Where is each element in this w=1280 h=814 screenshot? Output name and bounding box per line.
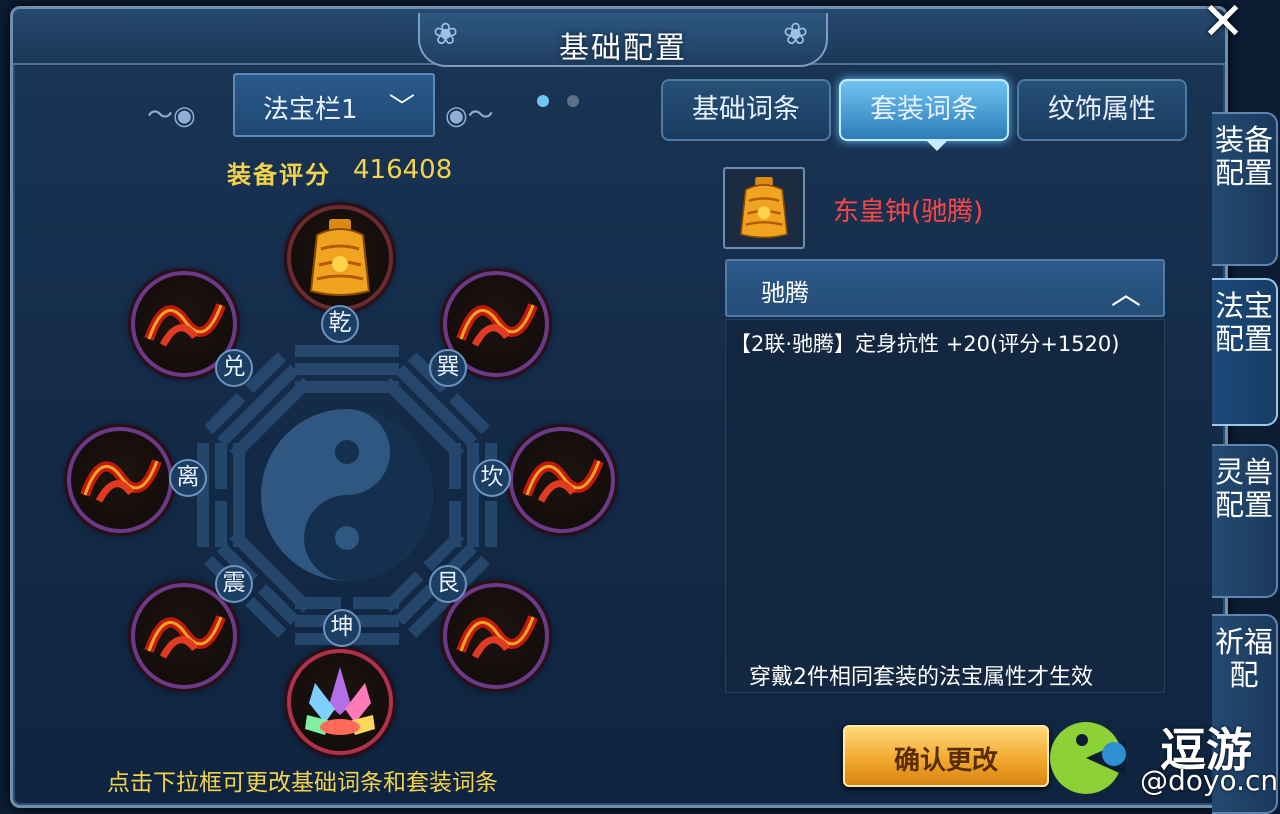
trigram-label: 巽: [429, 349, 467, 387]
set-header-label: 驰腾: [761, 279, 809, 307]
selected-item-name: 东皇钟(驰腾): [833, 197, 984, 227]
loadout-dropdown[interactable]: 法宝栏1 ﹀: [233, 73, 435, 137]
trigram-label: 坎: [473, 459, 511, 497]
score-label: 装备评分: [227, 161, 331, 189]
chevron-up-icon: ︿: [1111, 277, 1141, 312]
page-title: 基础配置: [559, 31, 687, 66]
confirm-button[interactable]: 确认更改: [843, 725, 1049, 787]
dropdown-ornament-right-icon: ◉～: [445, 101, 494, 131]
red-ribbon-icon: [80, 459, 162, 503]
red-ribbon-icon: [144, 615, 226, 659]
side-tab-pet-config[interactable]: 灵兽配置: [1212, 444, 1278, 598]
close-icon[interactable]: ✕: [1196, 0, 1250, 48]
set-effect-line: 【2联·驰腾】定身抗性 +20(评分+1520): [730, 332, 1120, 356]
tab-basic-entries[interactable]: 基础词条: [661, 79, 831, 141]
slot-zhen[interactable]: [131, 583, 237, 689]
tab-set-entries[interactable]: 套装词条: [839, 79, 1009, 141]
loadout-panel: ～◉ 法宝栏1 ﹀ ◉～ 装备评分 416408 乾 巽 坎 艮 坤 震 离 兑…: [27, 65, 657, 805]
trigram-label: 兑: [215, 349, 253, 387]
red-ribbon-icon: [456, 615, 538, 659]
watermark-url: @doyo.cn: [1140, 764, 1279, 797]
page-dot-active[interactable]: [537, 95, 549, 107]
side-tab-treasure-config[interactable]: 法宝配置: [1212, 278, 1278, 426]
tab-pattern-attributes[interactable]: 纹饰属性: [1017, 79, 1187, 141]
trigram-label: 震: [215, 565, 253, 603]
page-dot[interactable]: [567, 95, 579, 107]
watermark-logo: [1050, 722, 1126, 794]
slot-kan[interactable]: [509, 427, 615, 533]
score-value: 416408: [353, 155, 453, 185]
trigram-label: 艮: [429, 565, 467, 603]
trigram-label: 离: [169, 459, 207, 497]
red-ribbon-icon: [522, 459, 604, 503]
set-dropdown[interactable]: 驰腾 ︿: [725, 259, 1165, 317]
slot-qian[interactable]: [287, 205, 393, 311]
trigram-label: 坤: [323, 609, 361, 647]
set-effect-list: 【2联·驰腾】定身抗性 +20(评分+1520): [725, 319, 1165, 693]
golden-bell-icon: [309, 219, 371, 296]
dropdown-label: 法宝栏1: [263, 95, 358, 125]
config-window: ❀ ❀ 基础配置 ～◉ 法宝栏1 ﹀ ◉～ 装备评分 416408 乾 巽 坎 …: [10, 6, 1228, 808]
side-tab-equipment-config[interactable]: 装备配置: [1212, 112, 1278, 266]
detail-panel: 基础词条 套装词条 纹饰属性 东皇钟(驰腾) 驰腾 ︿ 【2联·驰腾】定身抗性 …: [659, 65, 1219, 805]
trigram-label: 乾: [321, 305, 359, 343]
chevron-down-icon: ﹀: [389, 93, 416, 123]
golden-bell-icon: [740, 176, 788, 239]
set-note: 穿戴2件相同套装的法宝属性才生效: [749, 665, 1093, 690]
selected-item-icon[interactable]: [723, 167, 805, 249]
slot-kun[interactable]: [287, 649, 393, 755]
slot-li[interactable]: [67, 427, 173, 533]
crystal-lotus-icon: [305, 667, 375, 735]
active-tab-pointer-icon: [927, 141, 947, 151]
hint-text: 点击下拉框可更改基础词条和套装词条: [107, 770, 498, 796]
dropdown-ornament-left-icon: ～◉: [147, 101, 196, 131]
confirm-label: 确认更改: [893, 746, 998, 776]
